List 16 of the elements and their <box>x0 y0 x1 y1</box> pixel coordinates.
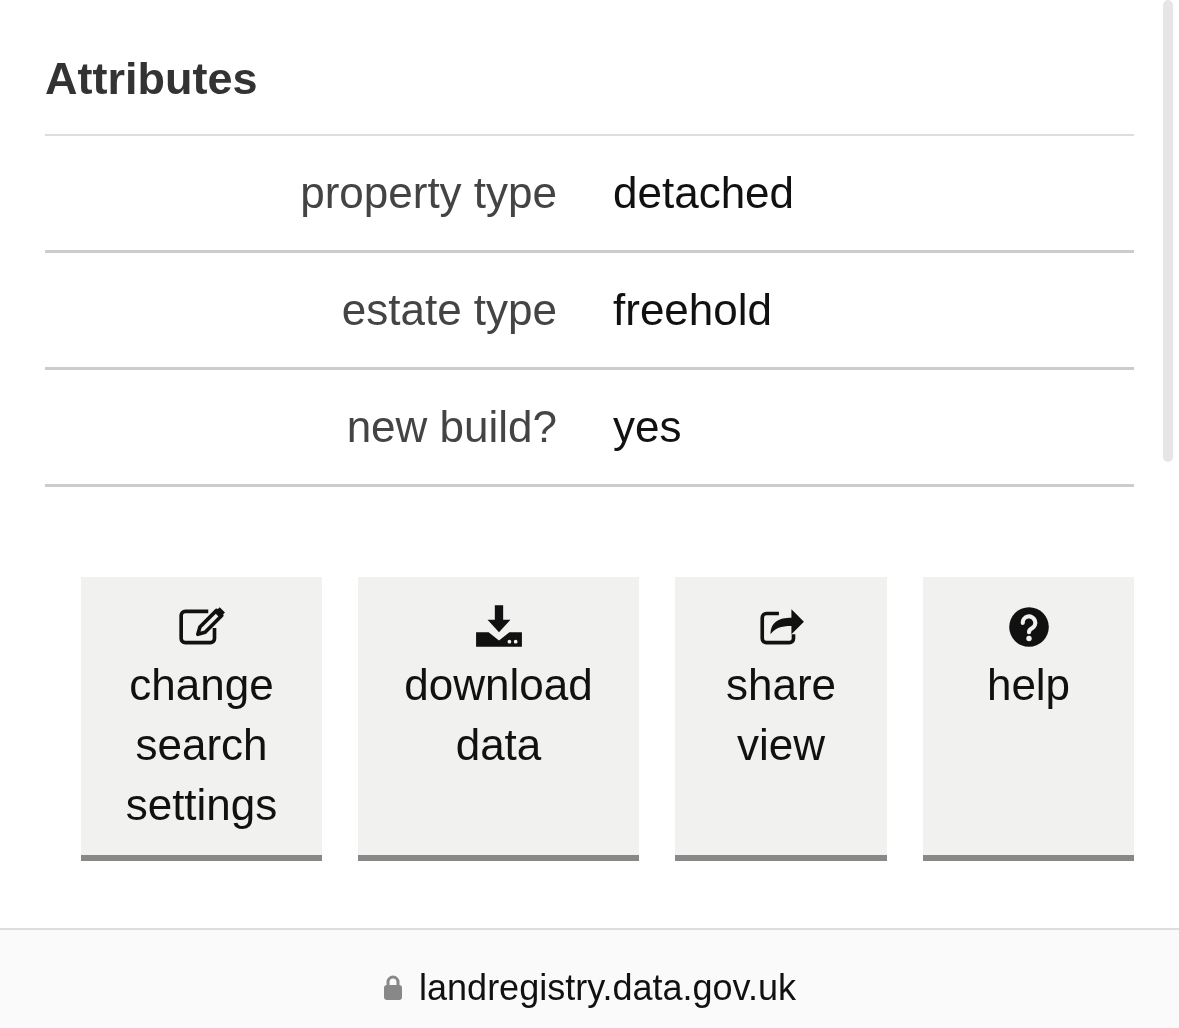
scrollbar[interactable] <box>1163 0 1173 462</box>
action-button[interactable]: share view <box>675 577 887 861</box>
action-button[interactable]: download data <box>358 577 639 861</box>
attribute-value: yes <box>613 402 682 452</box>
download-icon <box>473 605 524 647</box>
attribute-label: estate type <box>340 285 557 335</box>
section-title: Attributes <box>45 52 259 106</box>
attribute-value: freehold <box>613 285 772 335</box>
attribute-label: new build? <box>345 402 557 452</box>
attribute-label: property type <box>299 168 557 218</box>
attribute-value: detached <box>613 168 795 218</box>
action-button[interactable]: help <box>923 577 1134 861</box>
lock-icon <box>383 975 404 1001</box>
address-bar-url[interactable]: landregistry.data.gov.uk <box>419 967 796 1009</box>
action-button[interactable]: change search settings <box>81 577 322 861</box>
edit-icon <box>176 605 227 647</box>
